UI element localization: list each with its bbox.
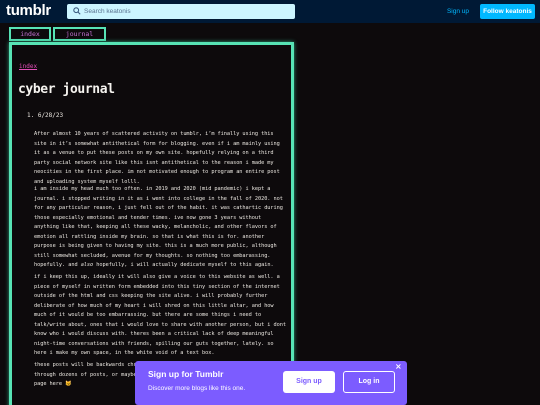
journal-panel: index cyber journal 1. 6/28/23 After alm… <box>9 42 294 405</box>
tumblr-logo[interactable]: tumblr <box>6 2 51 19</box>
entry-paragraph-3: if i keep this up, ideally it will also … <box>34 274 286 357</box>
breadcrumb-index-link[interactable]: index <box>19 63 37 70</box>
banner-sign-up-button[interactable]: Sign up <box>283 371 335 393</box>
banner-log-in-button[interactable]: Log in <box>343 371 395 393</box>
search-input[interactable] <box>84 4 289 19</box>
paragraph-2-text: i am inside my head much too often. in 2… <box>34 186 283 269</box>
cat-emoji-icon: 😼 <box>65 381 72 388</box>
entry-date: 1. 6/28/23 <box>27 112 64 119</box>
paragraph-2-emphasis: also <box>80 262 94 269</box>
tab-index[interactable]: index <box>9 27 51 41</box>
blog-content-area: index journal index cyber journal 1. 6/2… <box>0 23 540 405</box>
banner-title: Sign up for Tumblr <box>148 369 224 379</box>
page-title: cyber journal <box>18 82 115 97</box>
follow-button[interactable]: Follow keatonis <box>480 4 535 19</box>
tab-journal[interactable]: journal <box>53 27 106 41</box>
tumblr-top-bar: tumblr Sign up Follow keatonis <box>0 0 540 23</box>
search-icon <box>73 7 81 15</box>
search-box[interactable] <box>67 4 295 19</box>
entry-paragraph-1: After almost 10 years of scattered activ… <box>34 131 280 185</box>
paragraph-2-tail: hopefully, i will actually dedicate myse… <box>93 262 274 269</box>
signup-banner: Sign up for Tumblr Discover more blogs l… <box>135 361 407 405</box>
close-icon[interactable]: × <box>395 363 402 371</box>
sign-up-link[interactable]: Sign up <box>440 4 476 19</box>
banner-subtitle: Discover more blogs like this one. <box>148 385 246 392</box>
entry-paragraph-2: i am inside my head much too often. in 2… <box>34 185 288 271</box>
